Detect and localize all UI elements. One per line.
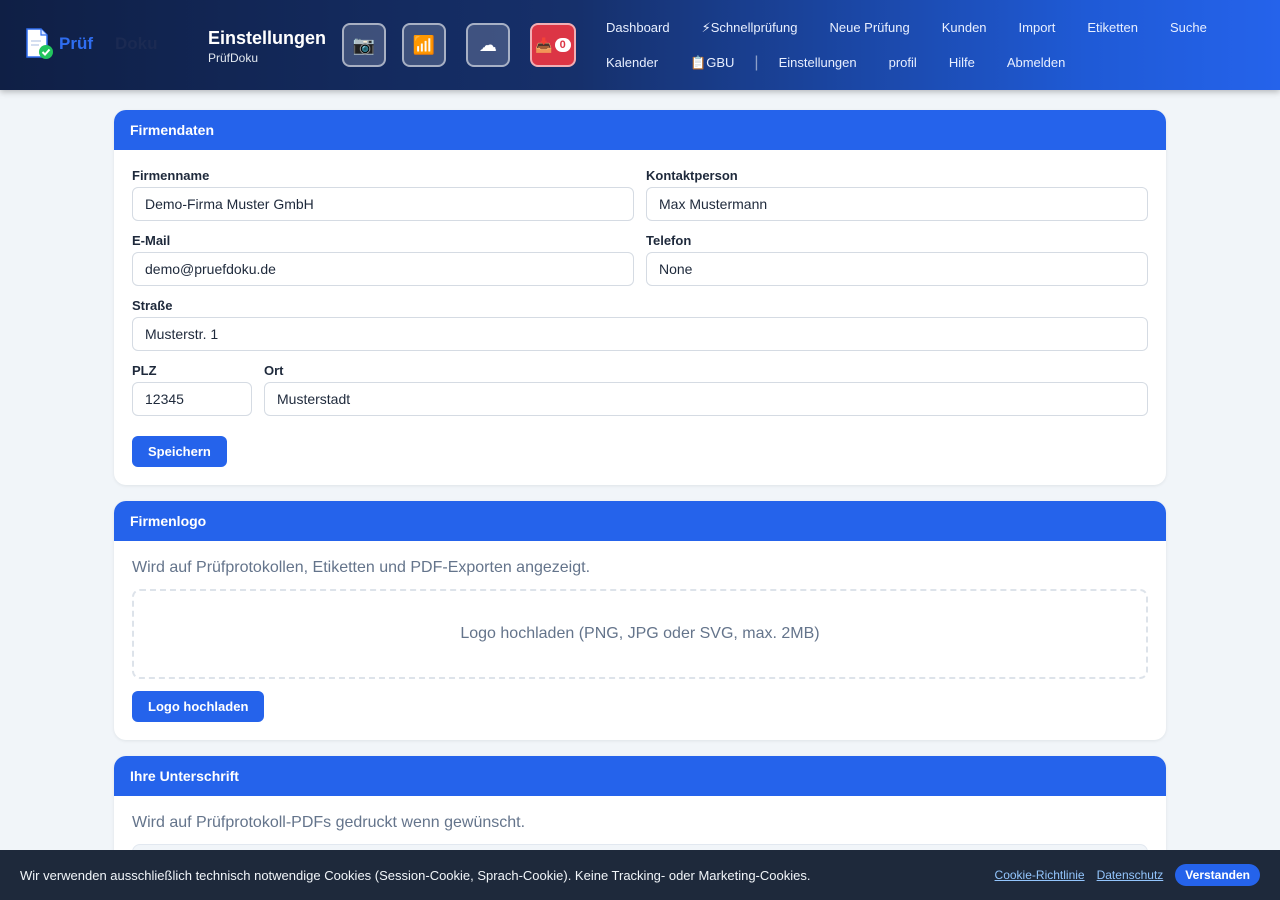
logo-text-doku: Doku — [115, 34, 158, 53]
cookie-policy-link[interactable]: Cookie-Richtlinie — [995, 868, 1085, 882]
inbox-count-badge: 0 — [554, 38, 571, 52]
camera-icon: 📷 — [352, 34, 376, 55]
firmenname-label: Firmenname — [132, 168, 210, 183]
plz-label: PLZ — [132, 363, 157, 378]
nav-separator: | — [754, 53, 759, 71]
nav-neue-pruefung[interactable]: Neue Prüfung — [813, 20, 925, 35]
nav-kunden[interactable]: Kunden — [926, 20, 1003, 35]
firmenlogo-description: Wird auf Prüfprotokollen, Etiketten und … — [132, 559, 591, 576]
firmendaten-card: Firmendaten Firmenname Kontaktperson E-M… — [114, 110, 1166, 485]
inbox-button[interactable]: 📥 0 — [530, 23, 576, 67]
nav-schnellpruefung[interactable]: ⚡Schnellprüfung — [686, 20, 814, 36]
nav-row-2: Kalender 📋GBU | Einstellungen profil Hil… — [590, 45, 1270, 80]
email-input[interactable] — [132, 252, 634, 286]
plz-input[interactable] — [132, 382, 252, 416]
email-label: E-Mail — [132, 233, 171, 248]
nav-abmelden[interactable]: Abmelden — [991, 55, 1082, 70]
ort-label: Ort — [264, 363, 284, 378]
inbox-icon: 📥 — [535, 36, 553, 53]
logo-text-pruef: Prüf — [59, 34, 93, 53]
save-button[interactable]: Speichern — [132, 436, 227, 467]
top-navigation-bar: Prüf Doku Einstellungen PrüfDoku 📷 📶 ☁ 📥… — [0, 0, 1280, 90]
strasse-input[interactable] — [132, 317, 1148, 351]
nav-dashboard[interactable]: Dashboard — [590, 20, 686, 35]
main-nav: Dashboard ⚡Schnellprüfung Neue Prüfung K… — [590, 10, 1270, 80]
cookie-message: Wir verwenden ausschließlich technisch n… — [20, 867, 811, 883]
firmendaten-card-title: Firmendaten — [114, 110, 1166, 150]
kontaktperson-label: Kontaktperson — [646, 168, 738, 183]
logo-dropzone-text: Logo hochladen (PNG, JPG oder SVG, max. … — [460, 625, 820, 642]
nav-einstellungen[interactable]: Einstellungen — [763, 55, 873, 70]
cookie-banner: Wir verwenden ausschließlich technisch n… — [0, 850, 1280, 900]
document-check-icon — [26, 28, 53, 59]
logo-upload-button[interactable]: Logo hochladen — [132, 691, 265, 722]
signal-icon: 📶 — [412, 34, 436, 55]
kontaktperson-input[interactable] — [646, 187, 1148, 221]
page-subtitle: PrüfDoku — [208, 51, 259, 65]
nav-hilfe[interactable]: Hilfe — [933, 55, 991, 70]
nav-suche[interactable]: Suche — [1154, 20, 1223, 35]
nav-kalender[interactable]: Kalender — [590, 55, 674, 70]
app-logo[interactable]: Prüf Doku — [25, 28, 158, 60]
camera-button[interactable]: 📷 — [342, 23, 386, 67]
unterschrift-card-title: Ihre Unterschrift — [114, 756, 1166, 796]
firmenlogo-card-title: Firmenlogo — [114, 501, 1166, 541]
strasse-label: Straße — [132, 298, 173, 313]
page-title-block: Einstellungen PrüfDoku — [208, 28, 326, 65]
nav-gbu[interactable]: 📋GBU — [674, 55, 750, 71]
page-title: Einstellungen — [208, 28, 327, 48]
firmenlogo-card: Firmenlogo Wird auf Prüfprotokollen, Eti… — [114, 501, 1166, 740]
nav-profil[interactable]: profil — [873, 55, 933, 70]
logo-dropzone[interactable]: Logo hochladen (PNG, JPG oder SVG, max. … — [132, 589, 1148, 679]
telefon-label: Telefon — [646, 233, 692, 248]
firmenname-input[interactable] — [132, 187, 634, 221]
cookie-accept-button[interactable]: Verstanden — [1175, 864, 1260, 886]
privacy-link[interactable]: Datenschutz — [1097, 868, 1164, 882]
unterschrift-description: Wird auf Prüfprotokoll-PDFs gedruckt wen… — [132, 814, 526, 831]
ort-input[interactable] — [264, 382, 1148, 416]
nav-import[interactable]: Import — [1003, 20, 1072, 35]
signal-button[interactable]: 📶 — [402, 23, 446, 67]
nav-etiketten[interactable]: Etiketten — [1071, 20, 1154, 35]
cloud-sync-button[interactable]: ☁ — [466, 23, 510, 67]
cloud-icon: ☁ — [479, 34, 497, 55]
telefon-input[interactable] — [646, 252, 1148, 286]
nav-row-1: Dashboard ⚡Schnellprüfung Neue Prüfung K… — [590, 10, 1270, 45]
